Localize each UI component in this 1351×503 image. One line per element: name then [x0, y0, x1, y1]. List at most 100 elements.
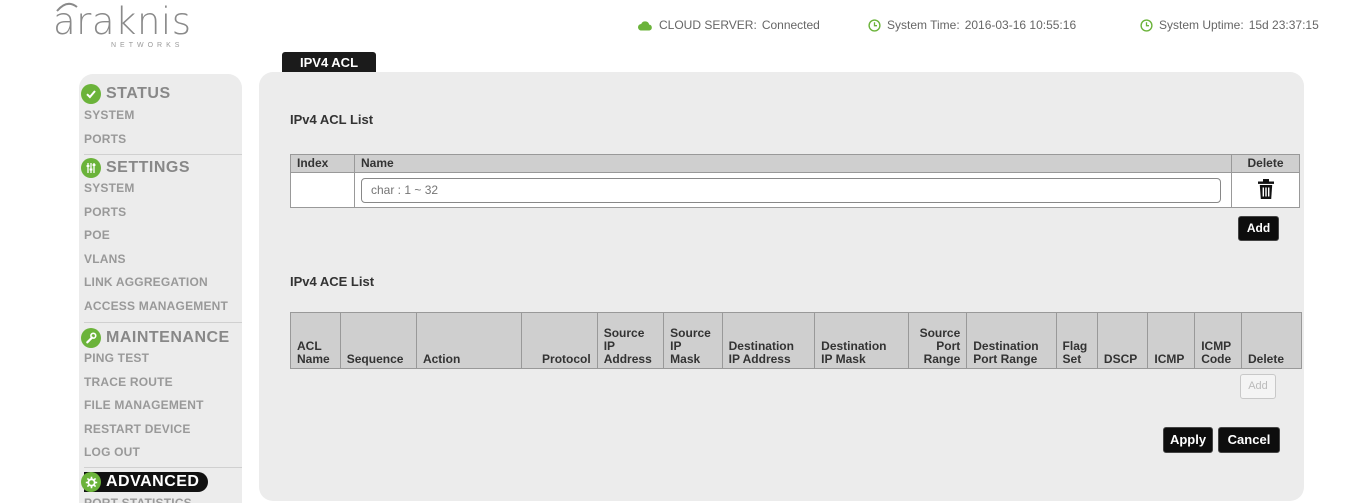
ace-column-header-line: IP: [603, 339, 616, 353]
ace-column-header: ICMP: [1147, 312, 1196, 369]
ace-list-header-row: ACL Name Sequence Action Protocol Source IP Add…: [290, 312, 1302, 369]
ace-column-header: Sequence: [339, 312, 417, 369]
sidebar-section-title: STATUS: [106, 85, 171, 102]
ace-column-header-line: Destination: [728, 339, 794, 353]
sidebar: STATUS SYSTEM PORTS SETTINGS SYSTEM PORT…: [79, 74, 242, 503]
cancel-button[interactable]: Cancel: [1218, 427, 1280, 453]
sidebar-item-access-management[interactable]: ACCESS MANAGEMENT: [84, 295, 228, 319]
column-header-delete: Delete: [1231, 154, 1300, 173]
sidebar-item-file-management[interactable]: FILE MANAGEMENT: [84, 394, 204, 418]
column-header-name: Name: [354, 154, 1232, 173]
ace-column-header-line: Destination: [821, 339, 887, 353]
logo-arc-icon: [56, 2, 78, 12]
sidebar-section-title: SETTINGS: [106, 159, 191, 176]
ace-column-header: Flag Set: [1055, 312, 1098, 369]
ace-column-header-line: ICMP: [1201, 339, 1232, 353]
advanced-items: PORT STATISTICS: [84, 492, 192, 503]
ace-column-header-line: ACL: [297, 339, 322, 353]
ace-column-header-line: Sequence: [346, 352, 404, 366]
sidebar-section-advanced[interactable]: ADVANCED: [81, 472, 199, 492]
sidebar-item-poe[interactable]: POE: [84, 224, 228, 248]
ace-column-header: Action: [415, 312, 522, 369]
settings-items: SYSTEM PORTS POE VLANS LINK AGGREGATION …: [84, 177, 228, 319]
apply-button[interactable]: Apply: [1163, 427, 1213, 453]
ace-column-header-line: Flag: [1062, 339, 1088, 353]
add-ace-button[interactable]: Add: [1240, 374, 1276, 399]
sidebar-item-port-statistics[interactable]: PORT STATISTICS: [84, 492, 192, 503]
ace-column-header-line: Code: [1201, 352, 1232, 366]
sidebar-item-vlans[interactable]: VLANS: [84, 248, 228, 272]
sidebar-section-settings[interactable]: SETTINGS: [81, 158, 190, 178]
column-header-index: Index: [290, 154, 355, 173]
ace-column-header: Protocol: [520, 312, 598, 369]
sidebar-divider: [84, 154, 242, 155]
sidebar-item-restart-device[interactable]: RESTART DEVICE: [84, 418, 204, 442]
ace-column-header: ICMP Code: [1194, 312, 1242, 369]
ace-column-header-line: Protocol: [542, 352, 591, 366]
acl-list-table: Index Name Delete: [290, 154, 1300, 208]
cloud-server-value: Connected: [761, 18, 820, 32]
trash-icon[interactable]: [1257, 178, 1275, 200]
cloud-icon: [638, 20, 652, 30]
system-uptime-value: 15d 23:37:15: [1248, 18, 1319, 32]
ace-column-header-line: IP: [670, 339, 682, 353]
tab-ipv4-acl[interactable]: IPV4 ACL: [282, 52, 376, 74]
delete-cell: [1231, 172, 1300, 208]
ace-column-header: Source IP Address: [596, 312, 665, 369]
sidebar-section-title: ADVANCED: [106, 473, 200, 490]
ace-column-header-line: Set: [1062, 352, 1082, 366]
ace-column-header: Source IP Mask: [663, 312, 723, 369]
top-status-bar: CLOUD SERVER: Connected System Time: 201…: [0, 18, 1351, 36]
ace-column-header-line: Port Range: [973, 352, 1038, 366]
ace-column-header-line: Mask: [670, 352, 701, 366]
add-acl-button[interactable]: Add: [1238, 216, 1279, 241]
sidebar-section-maintenance[interactable]: MAINTENANCE: [81, 328, 230, 348]
acl-input-row: [290, 172, 1300, 208]
checkmark-icon: [81, 84, 101, 104]
sidebar-item-ping-test[interactable]: PING TEST: [84, 347, 204, 371]
sidebar-divider: [84, 467, 242, 468]
system-time-value: 2016-03-16 10:55:16: [964, 18, 1077, 32]
logo-subtitle: NETWORKS: [111, 42, 184, 49]
clock-icon: [1140, 18, 1153, 32]
sidebar-item-status-ports[interactable]: PORTS: [84, 128, 135, 152]
system-time-label: System Time:: [887, 18, 960, 32]
main-panel: IPv4 ACL List Index Name Delete Add IPv4…: [259, 72, 1304, 501]
sidebar-item-status-system[interactable]: SYSTEM: [84, 104, 135, 128]
wrench-icon: [81, 328, 101, 348]
ace-column-header: ACL Name: [290, 312, 341, 369]
acl-list-title: IPv4 ACL List: [290, 112, 374, 127]
ace-column-header: Delete: [1241, 312, 1302, 369]
ace-column-header-line: ICMP: [1154, 352, 1185, 366]
ace-column-header-line: Destination: [973, 339, 1039, 353]
index-cell: [290, 172, 355, 208]
name-cell: [354, 172, 1232, 208]
sidebar-section-title: MAINTENANCE: [106, 329, 230, 346]
sidebar-item-settings-ports[interactable]: PORTS: [84, 201, 228, 225]
ace-column-header-line: IP Address: [728, 352, 791, 366]
sidebar-item-log-out[interactable]: LOG OUT: [84, 441, 204, 465]
sidebar-divider: [84, 322, 242, 323]
sliders-icon: [81, 158, 101, 178]
ace-column-header: DSCP: [1096, 312, 1149, 369]
ace-column-header: Destination IP Address: [721, 312, 816, 369]
ace-column-header-line: Address: [603, 352, 652, 366]
acl-list-header-row: Index Name Delete: [290, 154, 1300, 173]
ace-list-title: IPv4 ACE List: [290, 274, 375, 289]
clock-icon: [868, 18, 881, 32]
ace-column-header: Destination Port Range: [966, 312, 1057, 369]
cloud-server-label: CLOUD SERVER:: [659, 18, 757, 32]
sidebar-section-status[interactable]: STATUS: [81, 84, 171, 104]
acl-name-input[interactable]: [361, 177, 1221, 203]
ace-column-header: Destination IP Mask: [814, 312, 909, 369]
ace-column-header-line: Source: [670, 326, 711, 340]
sidebar-item-trace-route[interactable]: TRACE ROUTE: [84, 371, 204, 395]
sidebar-item-link-aggregation[interactable]: LINK AGGREGATION: [84, 271, 228, 295]
system-time: System Time: 2016-03-16 10:55:16: [868, 18, 1076, 32]
ace-column-header: Source Port Range: [907, 312, 968, 369]
ace-column-header-line: IP Mask: [821, 352, 866, 366]
sidebar-item-settings-system[interactable]: SYSTEM: [84, 177, 228, 201]
ace-column-header-line: Source: [603, 326, 645, 340]
cloud-server-status: CLOUD SERVER: Connected: [637, 18, 820, 32]
ace-column-header-line: Range: [923, 352, 961, 366]
